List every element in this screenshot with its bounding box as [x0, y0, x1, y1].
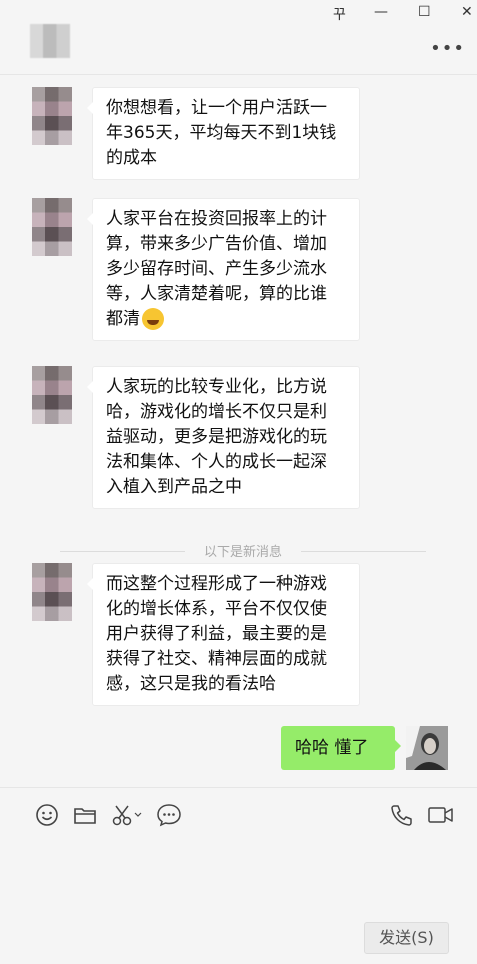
minimize-icon[interactable]: — [374, 4, 388, 20]
message-text: 哈哈 懂了 [295, 738, 369, 758]
message-line: 哈，游戏化的增长不仅只是利 [106, 402, 327, 422]
scissors-icon[interactable] [110, 802, 144, 828]
avatar-photo [406, 726, 448, 770]
contact-avatar[interactable] [32, 198, 72, 256]
phone-icon[interactable] [389, 802, 415, 828]
close-icon[interactable]: ✕ [461, 4, 473, 20]
title-bar: 꾸 — ☐ ✕ ••• [0, 0, 477, 72]
more-options-icon[interactable]: ••• [430, 38, 465, 59]
chat-bubble-icon[interactable] [156, 802, 182, 828]
message-text: 都清 [106, 309, 140, 329]
divider-line [301, 551, 426, 552]
message-line: 年365天，平均每天不到1块钱 [106, 123, 337, 143]
message-bubble[interactable]: 你想想看，让一个用户活跃一 年365天，平均每天不到1块钱 的成本 [87, 87, 360, 180]
my-avatar[interactable] [406, 726, 448, 770]
composer-toolbar [0, 800, 477, 834]
message-line: 人家平台在投资回报率上的计 [106, 209, 327, 229]
message-bubble[interactable]: 人家平台在投资回报率上的计 算，带来多少广告价值、增加 多少留存时间、产生多少流… [87, 198, 360, 341]
message-list[interactable]: 你想想看，让一个用户活跃一 年365天，平均每天不到1块钱 的成本 人家平台在投… [0, 75, 477, 787]
send-button[interactable]: 发送(S) [364, 922, 449, 954]
maximize-icon[interactable]: ☐ [418, 4, 431, 20]
message-line: 化的增长体系，平台不仅仅使 [106, 599, 327, 619]
message-line: 法和集体、个人的成长一起深 [106, 452, 327, 472]
new-messages-divider: 以下是新消息 [60, 541, 426, 561]
message-line: 等，人家清楚着呢，算的比谁 [106, 284, 327, 304]
contact-avatar[interactable] [32, 563, 72, 621]
message-bubble[interactable]: 而这整个过程形成了一种游戏 化的增长体系，平台不仅仅使 用户获得了利益，最主要的… [87, 563, 360, 706]
chat-title-avatar [30, 24, 70, 58]
message-line: 你想想看，让一个用户活跃一 [106, 98, 327, 118]
message-line: 获得了社交、精神层面的成就 [106, 649, 327, 669]
contact-avatar[interactable] [32, 366, 72, 424]
message-line: 而这整个过程形成了一种游戏 [106, 574, 327, 594]
video-icon[interactable] [427, 802, 455, 828]
message-line: 人家玩的比较专业化，比方说 [106, 377, 327, 397]
message-line: 用户获得了利益，最主要的是 [106, 624, 327, 644]
message-line: 都清 [106, 307, 346, 332]
message-line: 入植入到产品之中 [106, 477, 242, 497]
emoji-icon[interactable] [34, 802, 60, 828]
contact-avatar[interactable] [32, 87, 72, 145]
my-message-bubble[interactable]: 哈哈 懂了 [281, 726, 401, 770]
message-line: 的成本 [106, 148, 157, 168]
message-input[interactable] [0, 840, 477, 920]
message-line: 感，这只是我的看法哈 [106, 674, 276, 694]
message-line: 益驱动，更多是把游戏化的玩 [106, 427, 327, 447]
pin-icon[interactable]: 꾸 [333, 4, 346, 24]
message-line: 多少留存时间、产生多少流水 [106, 259, 327, 279]
composer-divider [0, 787, 477, 788]
message-line: 算，带来多少广告价值、增加 [106, 234, 327, 254]
folder-icon[interactable] [72, 802, 98, 828]
laugh-cry-emoji-icon [142, 308, 164, 330]
message-bubble[interactable]: 人家玩的比较专业化，比方说 哈，游戏化的增长不仅只是利 益驱动，更多是把游戏化的… [87, 366, 360, 509]
